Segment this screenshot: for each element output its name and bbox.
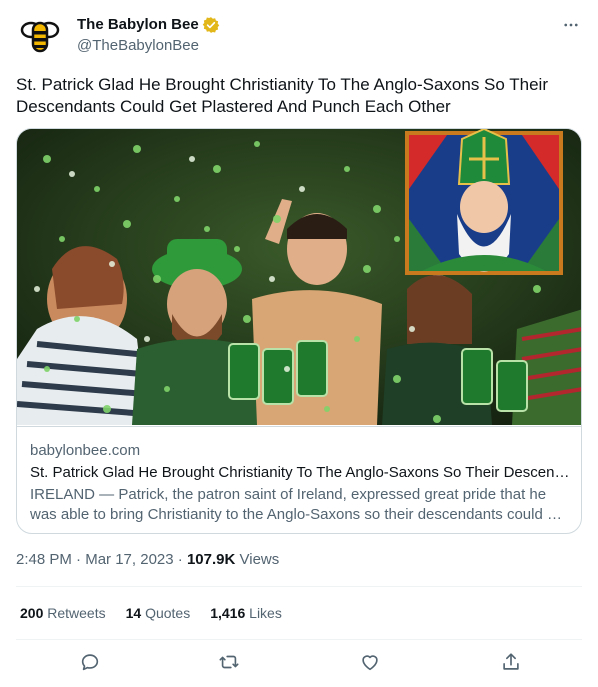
likes-count: 1,416 [210,605,246,621]
tweet-header: The Babylon Bee @TheBabylonBee [16,12,582,60]
babylon-bee-logo-icon [20,21,60,53]
st-patricks-party-photo [17,129,581,425]
retweet-icon[interactable] [217,650,241,674]
tweet-text: St. Patrick Glad He Brought Christianity… [16,75,548,116]
display-name[interactable]: The Babylon Bee [77,15,220,35]
retweets-stat[interactable]: 200 Retweets [20,603,106,623]
action-bar [16,650,582,676]
quotes-stat[interactable]: 14 Quotes [126,603,191,623]
divider [16,586,582,587]
tweet-date[interactable]: Mar 17, 2023 [85,551,173,568]
display-name-text[interactable]: The Babylon Bee [77,15,199,35]
card-meta[interactable]: babylonbee.com St. Patrick Glad He Broug… [17,426,581,533]
card-description: IRELAND — Patrick, the patron saint of I… [30,486,568,523]
avatar[interactable] [16,12,64,60]
tweet-time[interactable]: 2:48 PM [16,551,72,568]
retweets-count: 200 [20,605,44,621]
divider [16,639,582,640]
card-image[interactable] [17,129,581,425]
views-label: Views [239,551,280,568]
meta-separator: · [177,551,183,568]
reply-icon[interactable] [78,650,102,674]
quotes-count: 14 [125,605,142,621]
engagement-stats: 200 Retweets 14 Quotes 1,416 Likes [20,603,282,623]
link-card[interactable]: babylonbee.com St. Patrick Glad He Broug… [16,128,582,534]
tweet-timestamp: 2:48 PM · Mar 17, 2023 · 107.9K Views [16,550,279,570]
meta-separator: · [76,551,82,568]
likes-stat[interactable]: 1,416 Likes [210,603,282,623]
share-icon[interactable] [499,650,523,674]
like-icon[interactable] [358,650,382,674]
quotes-label: Quotes [145,605,191,621]
card-domain: babylonbee.com [30,442,141,459]
retweets-label: Retweets [47,605,106,621]
likes-label: Likes [249,605,282,621]
handle[interactable]: @TheBabylonBee [77,36,220,56]
more-options-icon[interactable] [560,14,582,36]
views-count: 107.9K [186,551,236,568]
st-patrick-stained-glass [405,129,563,275]
card-title: St. Patrick Glad He Brought Christianity… [30,464,570,481]
gold-verified-icon [202,17,219,33]
